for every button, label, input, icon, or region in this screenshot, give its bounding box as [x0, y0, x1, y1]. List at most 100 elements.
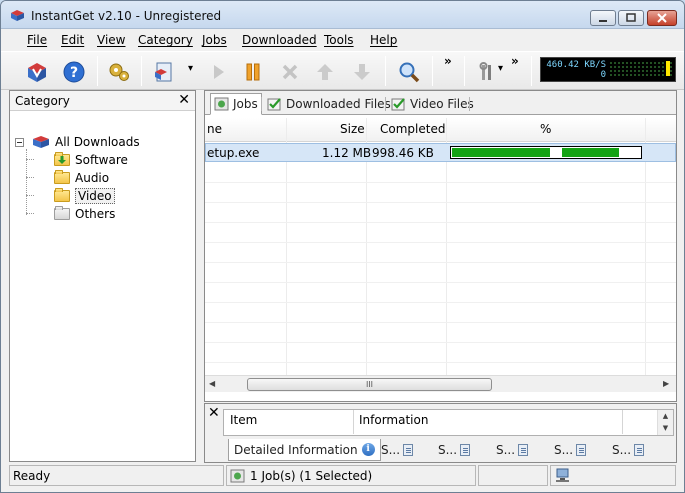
column-header-percent[interactable]: %	[540, 122, 551, 136]
tools-icon	[479, 62, 491, 80]
column-divider	[622, 410, 623, 434]
delete-button[interactable]	[276, 58, 304, 86]
status-jobs: 1 Job(s) (1 Selected)	[226, 465, 476, 486]
details-panel-close-button[interactable]: ✕	[208, 405, 220, 421]
column-header-name[interactable]: ne	[207, 122, 222, 136]
toolbar-separator	[464, 56, 465, 86]
document-icon	[576, 444, 587, 456]
settings-button[interactable]	[105, 58, 133, 86]
column-header-item[interactable]: Item	[230, 413, 257, 427]
pause-button[interactable]	[239, 58, 267, 86]
grid-row-line	[205, 262, 676, 263]
tree-item-label: All Downloads	[55, 135, 140, 149]
menu-view[interactable]: View	[97, 33, 125, 47]
settings-gears-icon	[109, 63, 129, 81]
tab-s-1[interactable]: S...	[381, 439, 414, 461]
document-icon	[634, 444, 645, 456]
new-download-button[interactable]	[150, 58, 178, 86]
toolbar-separator	[385, 56, 386, 86]
add-url-button[interactable]	[23, 58, 51, 86]
minimize-button[interactable]	[590, 10, 616, 26]
tab-s-4[interactable]: S...	[554, 439, 587, 461]
details-vertical-scrollbar[interactable]: ▲ ▼	[657, 410, 673, 435]
maximize-icon	[626, 13, 636, 22]
tab-detailed-information[interactable]: Detailed Information i	[228, 439, 381, 461]
menu-file[interactable]: File	[27, 33, 47, 47]
category-panel-close-button[interactable]: ✕	[178, 92, 190, 108]
help-button[interactable]: ?	[60, 58, 88, 86]
grid-row-line	[205, 342, 676, 343]
menu-edit[interactable]: Edit	[61, 33, 84, 47]
tree-item-others[interactable]: Others	[54, 205, 115, 223]
column-header-completed[interactable]: Completed	[380, 122, 445, 136]
tab-label: S...	[612, 443, 632, 457]
menu-category[interactable]: Category	[138, 33, 193, 47]
toolbar-separator	[531, 56, 532, 86]
pause-icon	[246, 63, 260, 81]
table-row[interactable]: etup.exe 1.12 MB 998.46 KB	[205, 143, 676, 162]
move-up-button[interactable]	[311, 58, 339, 86]
column-divider	[353, 410, 354, 434]
tab-downloaded-files[interactable]: Downloaded Files	[264, 94, 394, 114]
scroll-up-arrow-icon[interactable]: ▲	[658, 410, 673, 422]
folder-icon	[54, 188, 70, 202]
column-header-information[interactable]: Information	[359, 413, 428, 427]
scroll-left-arrow-icon[interactable]: ◀	[209, 379, 215, 388]
speed-graph	[609, 61, 672, 78]
toolbar-overflow-button[interactable]: »	[444, 54, 452, 68]
scroll-right-arrow-icon[interactable]: ▶	[663, 379, 669, 388]
info-icon: i	[361, 443, 375, 456]
scrollbar-thumb[interactable]: III	[247, 378, 492, 391]
grid-row-line	[205, 362, 676, 363]
tab-jobs[interactable]: Jobs	[210, 93, 262, 115]
tab-s-2[interactable]: S...	[438, 439, 471, 461]
tab-label: Jobs	[233, 97, 258, 111]
status-bar: Ready 1 Job(s) (1 Selected)	[1, 463, 684, 492]
status-ready: Ready	[9, 465, 224, 486]
horizontal-scrollbar[interactable]: ◀ III ▶	[205, 375, 676, 392]
tree-item-audio[interactable]: Audio	[54, 169, 109, 187]
document-icon	[460, 444, 471, 456]
details-grid: Item Information ▲ ▼	[223, 409, 674, 436]
tab-s-3[interactable]: S...	[496, 439, 529, 461]
menu-jobs[interactable]: Jobs	[202, 33, 227, 47]
menu-tools[interactable]: Tools	[324, 33, 354, 47]
search-button[interactable]	[395, 58, 423, 86]
jobs-grid-header: ne Size Completed %	[205, 118, 676, 142]
column-header-size[interactable]: Size	[340, 122, 365, 136]
job-completed-cell: 998.46 KB	[372, 146, 434, 160]
document-icon	[518, 444, 529, 456]
menu-help[interactable]: Help	[370, 33, 397, 47]
maximize-button[interactable]	[618, 10, 644, 26]
new-download-dropdown-arrow[interactable]: ▾	[188, 63, 193, 74]
jobs-icon	[230, 469, 245, 482]
toolbar-separator	[97, 56, 98, 86]
tree-collapse-toggle[interactable]	[15, 138, 24, 147]
tab-label: S...	[381, 443, 401, 457]
start-button[interactable]	[204, 58, 232, 86]
job-name-cell: etup.exe	[207, 146, 260, 160]
toolbar-separator	[141, 56, 142, 86]
tools-button[interactable]	[473, 58, 501, 86]
folder-icon	[54, 170, 70, 184]
toolbar-overflow-button-2[interactable]: »	[511, 54, 519, 68]
tree-item-all-downloads[interactable]: All Downloads	[32, 133, 140, 151]
tab-label: Downloaded Files	[286, 97, 391, 111]
tab-s-5[interactable]: S...	[612, 439, 645, 461]
category-panel: Category ✕ All Downloads Software Audio …	[9, 90, 196, 462]
tab-label: S...	[496, 443, 516, 457]
tree-connector	[26, 159, 34, 160]
tab-label: S...	[554, 443, 574, 457]
title-bar: InstantGet v2.10 - Unregistered	[1, 1, 684, 29]
tree-connector	[26, 177, 34, 178]
move-down-button[interactable]	[348, 58, 376, 86]
progress-fill	[452, 148, 619, 157]
tree-item-software[interactable]: Software	[54, 151, 128, 169]
tree-item-video[interactable]: Video	[54, 187, 115, 205]
tools-dropdown-arrow[interactable]: ▾	[498, 63, 503, 74]
software-folder-icon	[54, 152, 70, 166]
tab-video-files[interactable]: Video Files	[388, 94, 477, 114]
close-window-button[interactable]	[647, 10, 677, 26]
menu-downloaded[interactable]: Downloaded	[242, 33, 317, 47]
scroll-down-arrow-icon[interactable]: ▼	[658, 422, 673, 434]
